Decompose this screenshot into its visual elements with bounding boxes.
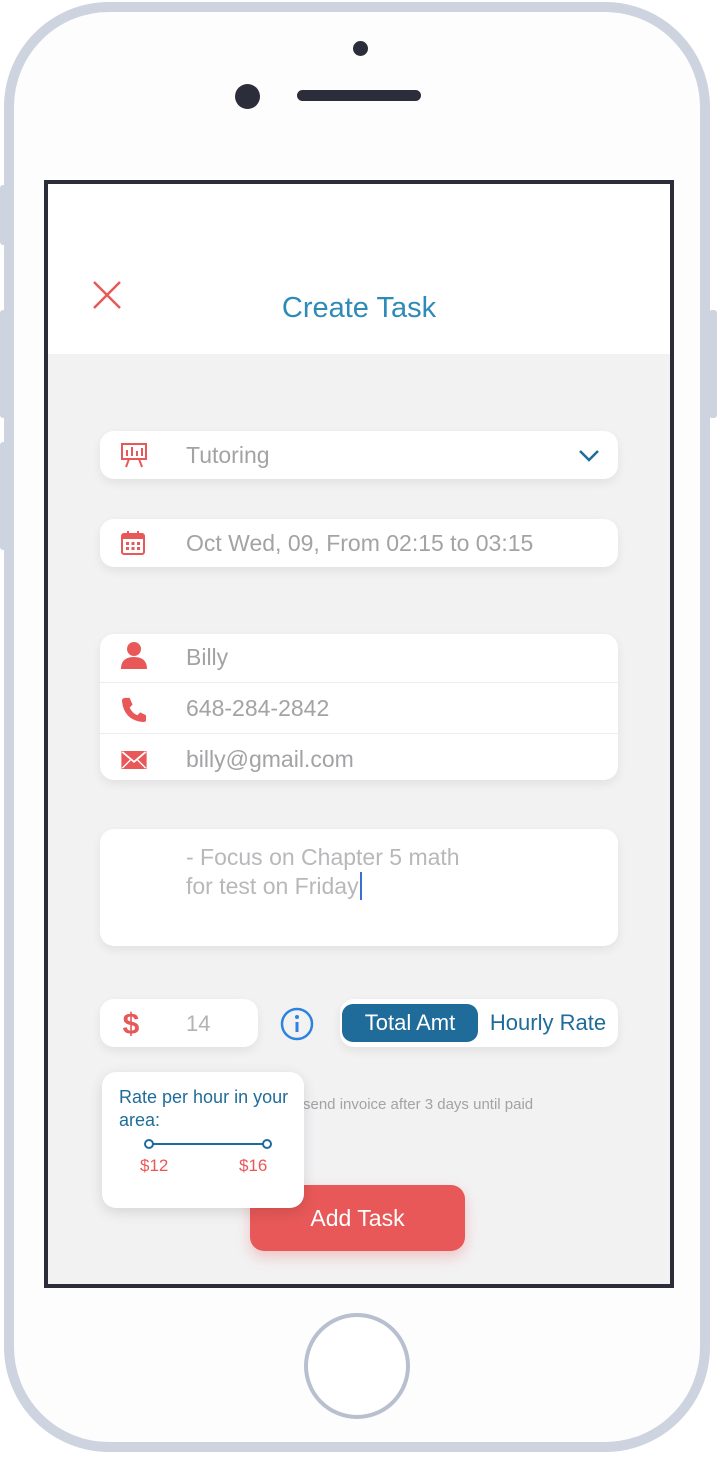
phone-icon: [121, 697, 147, 723]
mail-icon: [121, 751, 147, 769]
notes-text: - Focus on Chapter 5 math for test on Fr…: [186, 843, 460, 901]
svg-text:$: $: [123, 1008, 140, 1039]
front-camera: [235, 84, 260, 109]
chevron-down-icon[interactable]: [578, 449, 600, 463]
amount-value: 14: [186, 1011, 211, 1036]
contact-card: Billy 648-284-2842 billy@gmail.com: [100, 634, 618, 780]
home-button[interactable]: [304, 1313, 410, 1419]
rate-range-line: [150, 1143, 268, 1145]
phone-field[interactable]: 648-284-2842: [186, 695, 329, 722]
app-screen: Create Task Tutoring Oct Wed, 09, From 0…: [44, 180, 674, 1288]
page-title: Create Task: [281, 292, 437, 324]
phone-side-button: [0, 442, 8, 550]
text-cursor: [359, 872, 362, 900]
rate-type-toggle: Total Amt Hourly Rate: [340, 999, 618, 1047]
tooltip-title: Rate per hour in your area:: [119, 1087, 289, 1130]
toggle-total-amt[interactable]: Total Amt: [342, 1004, 478, 1042]
amount-field[interactable]: $ 14: [100, 999, 258, 1047]
rate-range-min-dot: [144, 1139, 154, 1149]
camera-dot: [353, 41, 368, 56]
schedule-value: Oct Wed, 09, From 02:15 to 03:15: [186, 530, 534, 556]
rate-tooltip: Rate per hour in your area: $12 $16: [102, 1072, 304, 1208]
category-value: Tutoring: [186, 442, 270, 468]
header: Create Task: [48, 184, 670, 354]
rate-range-max-dot: [262, 1139, 272, 1149]
phone-side-button: [0, 310, 8, 418]
email-field[interactable]: billy@gmail.com: [186, 746, 354, 773]
rate-low: $12: [140, 1156, 169, 1175]
name-field[interactable]: Billy: [186, 644, 228, 671]
invoice-note: send invoice after 3 days until paid: [303, 1096, 534, 1113]
info-icon[interactable]: [280, 1007, 314, 1041]
phone-side-button: [0, 185, 8, 245]
speaker-grille: [297, 90, 421, 101]
notes-value: - Focus on Chapter 5 math for test on Fr…: [186, 844, 460, 899]
calendar-icon: [121, 531, 145, 555]
toggle-hourly-rate[interactable]: Hourly Rate: [480, 1004, 616, 1042]
phone-side-button: [709, 310, 717, 418]
divider: [100, 733, 618, 734]
rate-high: $16: [239, 1156, 268, 1175]
schedule-field[interactable]: Oct Wed, 09, From 02:15 to 03:15: [100, 519, 618, 567]
category-select[interactable]: Tutoring: [100, 431, 618, 479]
person-icon: [121, 642, 147, 669]
dollar-icon: $: [123, 1008, 140, 1039]
notes-field[interactable]: - Focus on Chapter 5 math for test on Fr…: [100, 829, 618, 946]
divider: [100, 682, 618, 683]
presentation-board-icon: [121, 443, 147, 468]
